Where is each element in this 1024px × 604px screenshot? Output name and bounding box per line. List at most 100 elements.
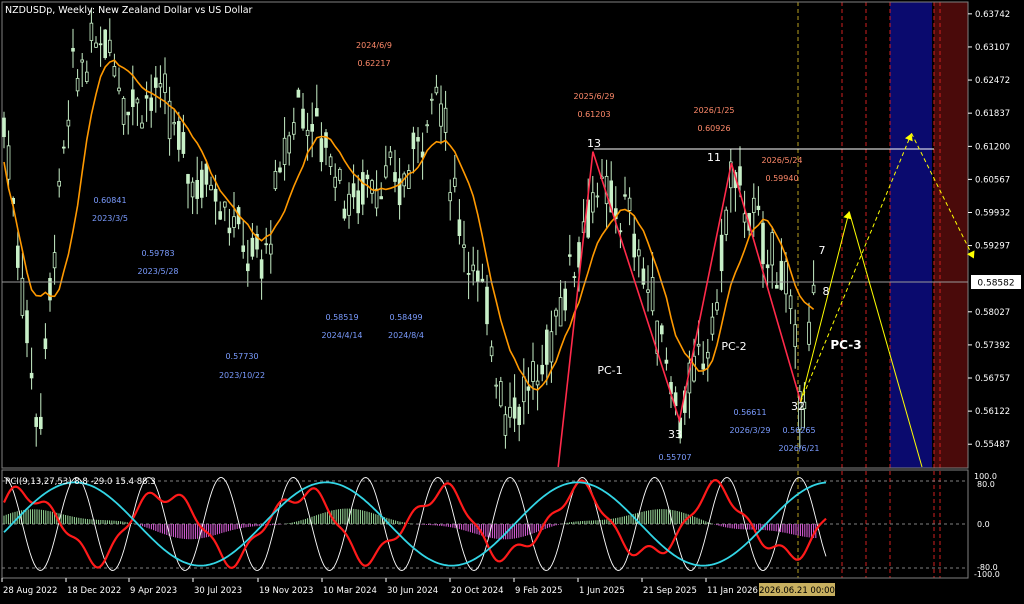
candle-body <box>199 169 204 198</box>
candle-body <box>360 172 365 205</box>
candle-body <box>108 39 112 53</box>
candle-body <box>2 117 6 138</box>
price-tick-label: 0.61200 <box>975 142 1010 152</box>
candle-body <box>710 316 715 335</box>
candle-body <box>117 87 121 92</box>
candle-body <box>752 197 756 213</box>
time-tick-label: 30 Jul 2023 <box>194 586 242 596</box>
annotation-date: 2026/1/25 <box>693 106 734 115</box>
candle-body <box>526 386 531 391</box>
candle-body <box>591 192 595 213</box>
candle-body <box>563 288 567 311</box>
candle-body <box>75 77 80 92</box>
current-price-label: 0.58582 <box>977 279 1014 289</box>
candle-body <box>434 86 439 94</box>
candle-body <box>429 98 434 101</box>
candle-body <box>807 321 811 345</box>
candle-body <box>112 66 117 77</box>
candle-body <box>568 254 572 257</box>
price-tick-label: 0.60567 <box>975 175 1010 185</box>
rci-axis-neg100: -100.0 <box>974 570 1000 579</box>
time-tick-label: 30 Jun 2024 <box>387 586 438 596</box>
candle-body <box>471 264 475 272</box>
candle-body <box>186 174 190 184</box>
candle-body <box>153 77 158 88</box>
candle-body <box>305 129 310 137</box>
annotation-date: 2026/6/21 <box>778 444 819 453</box>
candle-body <box>632 233 636 258</box>
candle-body <box>540 364 544 375</box>
candle-body <box>452 177 457 187</box>
price-tick-label: 0.57392 <box>975 341 1010 351</box>
annotation-value: 0.57730 <box>225 352 258 361</box>
future-zone-red <box>934 2 968 468</box>
price-tick-label: 0.62472 <box>975 76 1010 86</box>
candle-body <box>494 384 498 387</box>
candle-body <box>788 295 793 310</box>
candle-body <box>333 176 337 188</box>
time-tick-label: 18 Dec 2022 <box>67 586 121 596</box>
candle-body <box>89 22 94 41</box>
candle-body <box>347 193 351 216</box>
annotation-low-6: 0.55707 <box>658 453 691 462</box>
candle-body <box>517 406 521 425</box>
candle-body <box>158 83 163 88</box>
main-chart-title: NZDUSDp, Weekly: New Zealand Dollar vs U… <box>5 5 253 16</box>
candle-body <box>227 227 232 234</box>
candle-body <box>6 145 11 180</box>
price-tick-label: 0.59297 <box>975 242 1010 252</box>
current-price-tag: 0.58582 <box>971 275 1021 289</box>
price-tick-label: 0.61837 <box>975 109 1010 119</box>
candle-body <box>34 417 38 427</box>
candle-body <box>204 163 209 185</box>
candle-body <box>646 289 650 293</box>
candle-body <box>388 151 393 158</box>
candle-body <box>365 174 370 180</box>
candle-body <box>439 103 443 127</box>
annotation-value: 0.58519 <box>325 313 358 322</box>
candle-body <box>765 264 770 269</box>
candle-body <box>43 338 48 350</box>
candle-body <box>176 121 181 150</box>
time-tick-label: 9 Feb 2025 <box>515 586 563 596</box>
candle-body <box>342 208 347 219</box>
wave-label-13: 13 <box>587 137 601 150</box>
annotation-date: 2026/5/24 <box>761 156 802 165</box>
candle-body <box>94 42 98 48</box>
candle-body <box>314 108 319 117</box>
candle-body <box>457 219 462 237</box>
rci-axis-80: 80.0 <box>977 480 995 489</box>
price-tick-label: 0.63107 <box>975 43 1010 53</box>
candle-body <box>241 245 246 252</box>
candle-body <box>572 276 577 278</box>
candle-body <box>374 188 379 209</box>
candle-body <box>416 137 420 142</box>
candle-body <box>738 166 742 186</box>
candle-body <box>692 355 696 382</box>
wave-label-7: 7 <box>819 244 826 257</box>
candle-body <box>15 245 20 268</box>
candle-body <box>549 331 554 363</box>
candle-body <box>250 237 255 257</box>
time-axis-highlight: 2026.06.21 00:00 <box>759 583 835 596</box>
candle-body <box>770 232 774 266</box>
candle-body <box>448 192 452 202</box>
time-tick-label: 11 Jan 2026 <box>707 586 758 596</box>
candle-body <box>664 359 669 364</box>
candle-body <box>554 309 558 317</box>
candle-body <box>756 205 761 211</box>
candle-body <box>558 297 563 327</box>
candle-body <box>531 361 535 382</box>
candle-body <box>498 381 503 407</box>
candle-body <box>637 249 641 257</box>
wave-label-32: 32 <box>791 400 805 413</box>
wave-label-pc2: PC-2 <box>721 340 746 353</box>
candle-body <box>20 277 25 316</box>
time-tick-label: 21 Sep 2025 <box>643 586 697 596</box>
annotation-value: 0.56265 <box>782 426 815 435</box>
price-tick-label: 0.56122 <box>975 407 1010 417</box>
future-zone-blue <box>890 2 932 468</box>
rci-title: RCI(9,13,27,53) 8.8 -29.0 15.4 88.3 <box>5 477 156 487</box>
wave-label-8: 8 <box>823 285 830 298</box>
time-tick-label: 20 Oct 2024 <box>451 586 504 596</box>
